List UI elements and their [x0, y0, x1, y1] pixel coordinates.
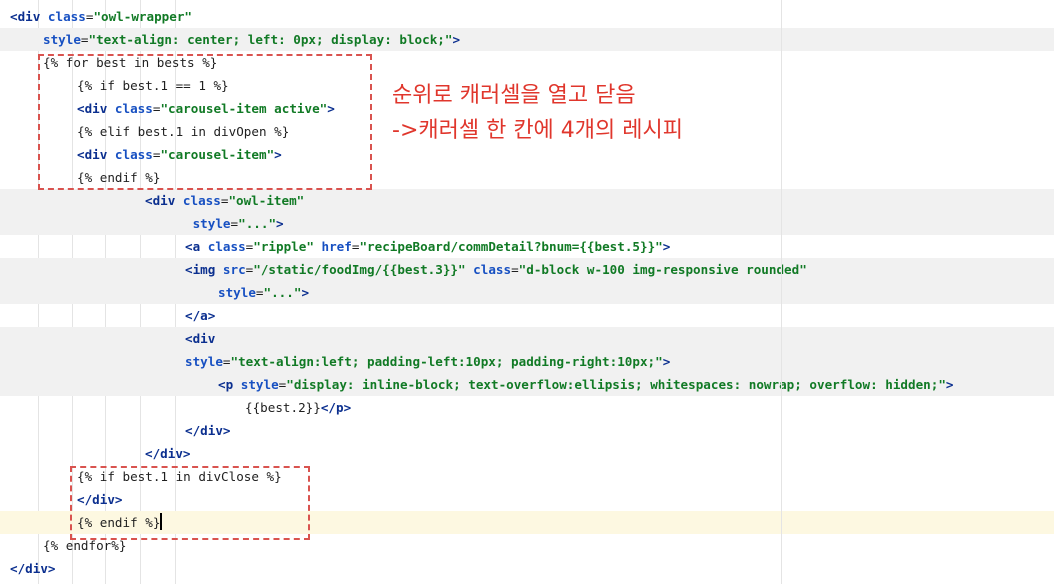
code-line[interactable]: {{best.2}}</p>	[0, 396, 1054, 419]
code-line[interactable]: <div class="owl-wrapper"	[0, 5, 1054, 28]
code-line[interactable]: </div>	[0, 557, 1054, 580]
code-token-str: "recipeBoard/commDetail?bnum={{best.5}}"	[359, 239, 663, 254]
code-editor[interactable]: <div class="owl-wrapper" style="text-alig…	[0, 0, 1054, 584]
code-token-tag: </div>	[145, 446, 191, 461]
code-token-tag: <p	[218, 377, 241, 392]
code-token-tpl: =	[80, 32, 89, 47]
code-token-tag: </div>	[10, 561, 56, 576]
code-token-str: "..."	[238, 216, 277, 231]
code-token-tag: <div	[185, 331, 216, 346]
code-token-tpl	[185, 216, 193, 231]
code-line[interactable]: style="text-align: center; left: 0px; di…	[0, 28, 1054, 51]
code-token-tag: >	[276, 216, 284, 231]
code-text: <a class="ripple" href="recipeBoard/comm…	[185, 235, 670, 258]
code-text: <div class="owl-item"	[145, 189, 304, 212]
code-token-tag: >	[945, 377, 954, 392]
code-token-tag: </a>	[185, 308, 216, 323]
code-token-str: "d-block w-100 img-responsive rounded"	[518, 262, 807, 277]
code-token-tag: <div	[10, 9, 48, 24]
code-token-str: "ripple"	[253, 239, 322, 254]
code-token-tag: >	[662, 354, 671, 369]
code-text: style="text-align: center; left: 0px; di…	[43, 28, 460, 51]
code-token-attr: src	[222, 262, 246, 277]
code-token-tpl: =	[511, 262, 519, 277]
code-token-tpl: =	[230, 216, 239, 231]
code-line[interactable]: </a>	[0, 304, 1054, 327]
code-line[interactable]: <p style="display: inline-block; text-ov…	[0, 373, 1054, 396]
code-line[interactable]: style="text-align:left; padding-left:10p…	[0, 350, 1054, 373]
code-text: </a>	[185, 304, 215, 327]
code-line[interactable]: </div>	[0, 442, 1054, 465]
code-text: style="...">	[185, 212, 284, 235]
code-token-str: "display: inline-block; text-overflow:el…	[286, 377, 946, 392]
right-margin-guide	[781, 0, 782, 584]
code-text: {{best.2}}</p>	[245, 396, 351, 419]
code-token-tag: </p>	[320, 400, 352, 415]
code-token-attr: href	[321, 239, 352, 254]
code-text: <div	[185, 327, 215, 350]
code-token-tpl: {% endfor%}	[43, 538, 127, 553]
code-text: </div>	[10, 557, 56, 580]
code-line[interactable]: <div class="owl-item"	[0, 189, 1054, 212]
code-token-tpl: =	[222, 354, 231, 369]
code-token-str: "..."	[263, 285, 302, 300]
code-token-attr: class	[207, 239, 246, 254]
code-token-attr: class	[47, 9, 86, 24]
code-token-tpl: {{best.2}}	[245, 400, 321, 415]
code-token-tpl: =	[255, 285, 264, 300]
code-text: style="text-align:left; padding-left:10p…	[185, 350, 670, 373]
code-line[interactable]: </div>	[0, 419, 1054, 442]
code-text: </div>	[185, 419, 231, 442]
code-text: style="...">	[218, 281, 309, 304]
code-token-attr: style	[192, 216, 231, 231]
code-token-str: "owl-wrapper"	[93, 9, 193, 24]
code-token-attr: style	[185, 354, 223, 369]
code-token-tag: >	[301, 285, 310, 300]
annotation-line-1: 순위로 캐러셀을 열고 닫음	[392, 83, 636, 108]
code-token-tag: <img	[185, 262, 223, 277]
code-token-attr: style	[218, 285, 256, 300]
code-token-tag: <div	[145, 193, 183, 208]
highlight-box-open	[38, 54, 372, 190]
code-text: </div>	[145, 442, 191, 465]
code-text: <p style="display: inline-block; text-ov…	[218, 373, 954, 396]
code-line[interactable]: <div	[0, 327, 1054, 350]
highlight-box-close	[70, 466, 310, 540]
code-token-str: "text-align:left; padding-left:10px; pad…	[230, 354, 663, 369]
code-token-attr: style	[240, 377, 279, 392]
code-token-tag: </div>	[185, 423, 231, 438]
code-line[interactable]: <img src = "/static/foodImg/{{best.3}}" cl…	[0, 258, 1054, 281]
code-token-str: "owl-item"	[228, 193, 305, 208]
code-text: <img src = "/static/foodImg/{{best.3}}" cl…	[185, 258, 807, 281]
code-line[interactable]: style="...">	[0, 212, 1054, 235]
code-token-tag: >	[662, 239, 671, 254]
code-text: <div class="owl-wrapper"	[10, 5, 192, 28]
code-token-attr: class	[473, 262, 512, 277]
code-token-tag: >	[452, 32, 461, 47]
code-line[interactable]: style="...">	[0, 281, 1054, 304]
code-token-attr: style	[43, 32, 81, 47]
code-token-attr: class	[182, 193, 221, 208]
annotation-line-2: ->캐러셀 한 칸에 4개의 레시피	[392, 118, 683, 143]
code-token-str: "text-align: center; left: 0px; display:…	[88, 32, 453, 47]
code-line[interactable]: <a class="ripple" href="recipeBoard/comm…	[0, 235, 1054, 258]
code-token-str: "/static/foodImg/{{best.3}}"	[253, 262, 474, 277]
code-token-tag: <a	[185, 239, 208, 254]
